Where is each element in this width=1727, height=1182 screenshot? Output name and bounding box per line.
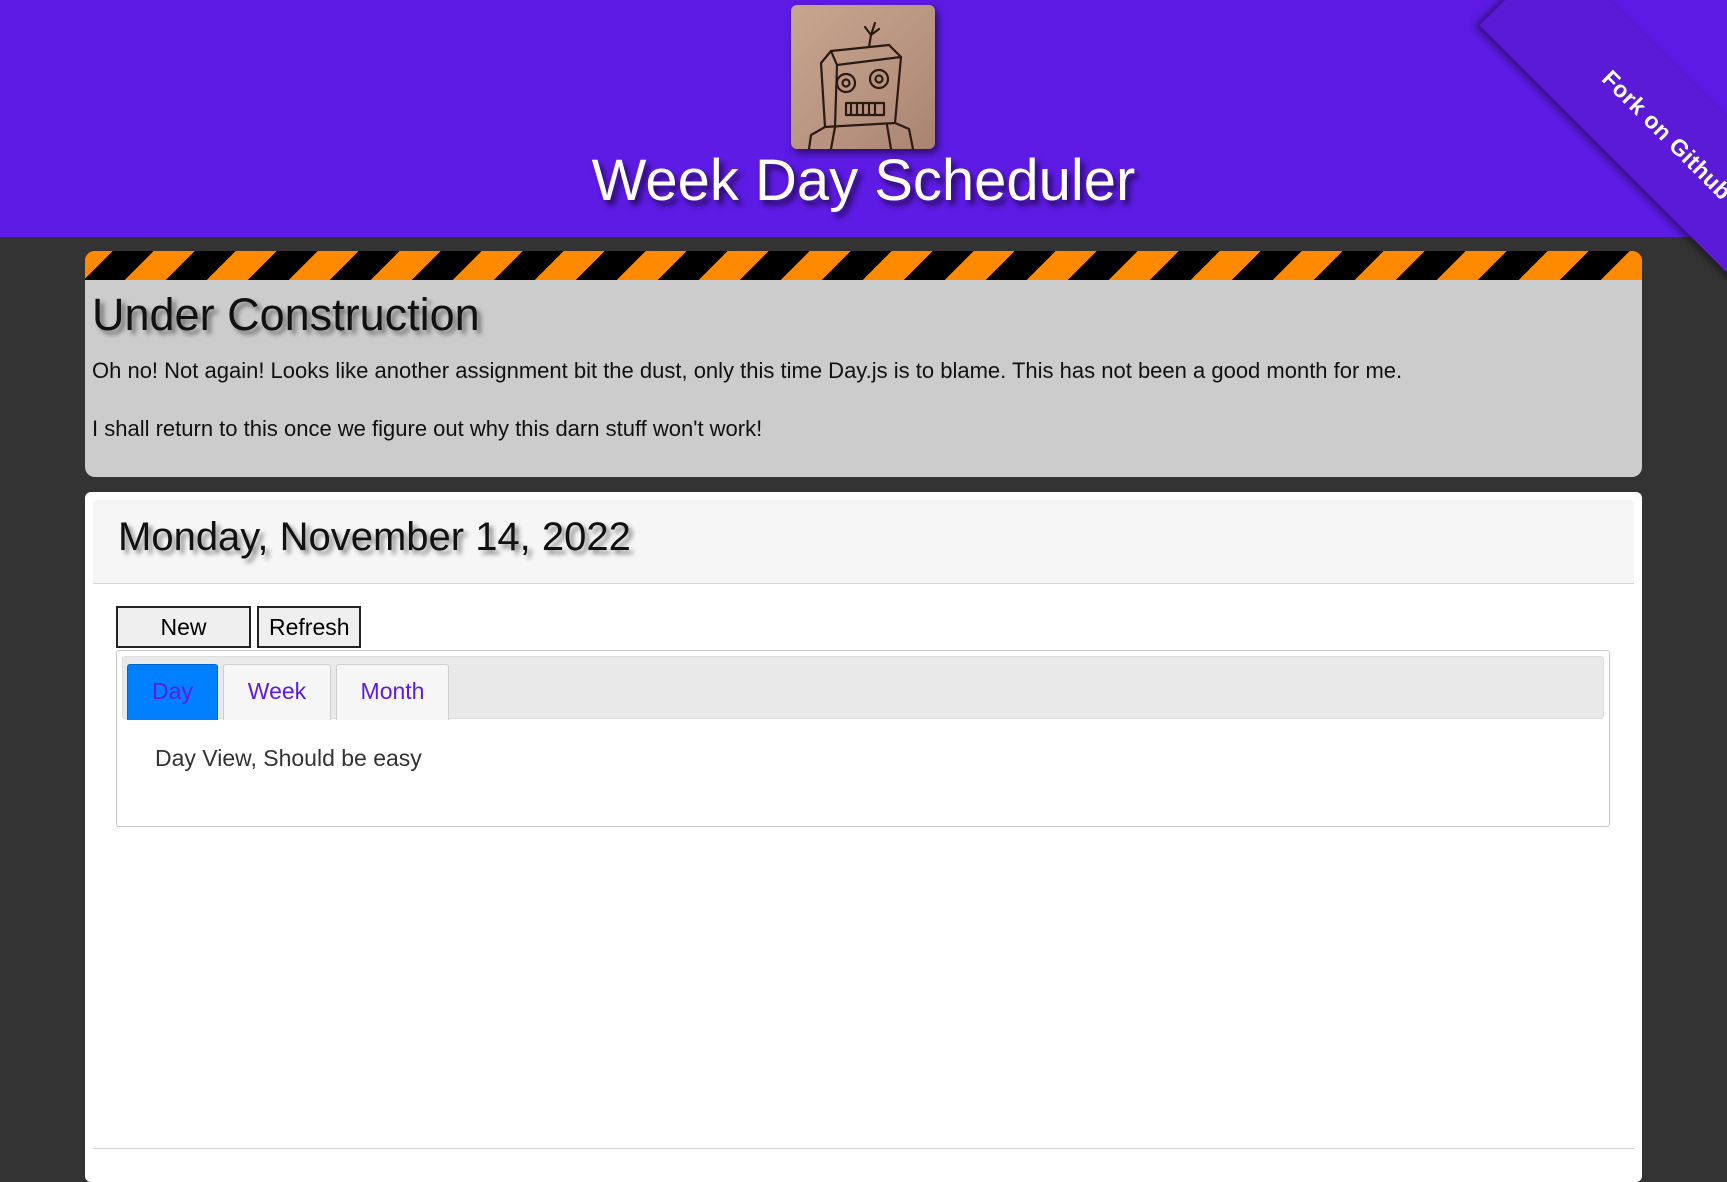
current-date-heading: Monday, November 14, 2022: [118, 515, 631, 559]
scheduler-panel: Monday, November 14, 2022: [85, 492, 1642, 1182]
view-tabs-container: Day Week Month Day View, Should be easy: [116, 650, 1610, 827]
robot-avatar-image: [791, 5, 935, 149]
under-construction-banner: Under Construction Oh no! Not again! Loo…: [85, 251, 1642, 477]
construction-return-note: I shall return to this once we figure ou…: [92, 416, 763, 441]
tab-week[interactable]: Week: [223, 664, 331, 720]
day-view-content: Day View, Should be easy: [155, 745, 422, 771]
tab-day[interactable]: Day: [127, 664, 218, 720]
new-event-button[interactable]: New Event: [116, 606, 251, 678]
hazard-stripe: [85, 251, 1642, 280]
fork-ribbon-container: Fork on Github: [1427, 0, 1727, 280]
panel-footer-divider: [93, 1148, 1634, 1149]
robot-drawing-icon: [807, 21, 915, 149]
tab-month[interactable]: Month: [336, 664, 449, 720]
scheduler-panel-header: Monday, November 14, 2022: [93, 500, 1634, 584]
fork-on-github-link[interactable]: Fork on Github: [1479, 0, 1727, 280]
tab-bar: Day Week Month: [122, 656, 1604, 720]
refresh-button[interactable]: Refresh: [257, 606, 361, 648]
construction-message: Oh no! Not again! Looks like another ass…: [92, 358, 1403, 383]
construction-heading: Under Construction: [92, 289, 480, 340]
